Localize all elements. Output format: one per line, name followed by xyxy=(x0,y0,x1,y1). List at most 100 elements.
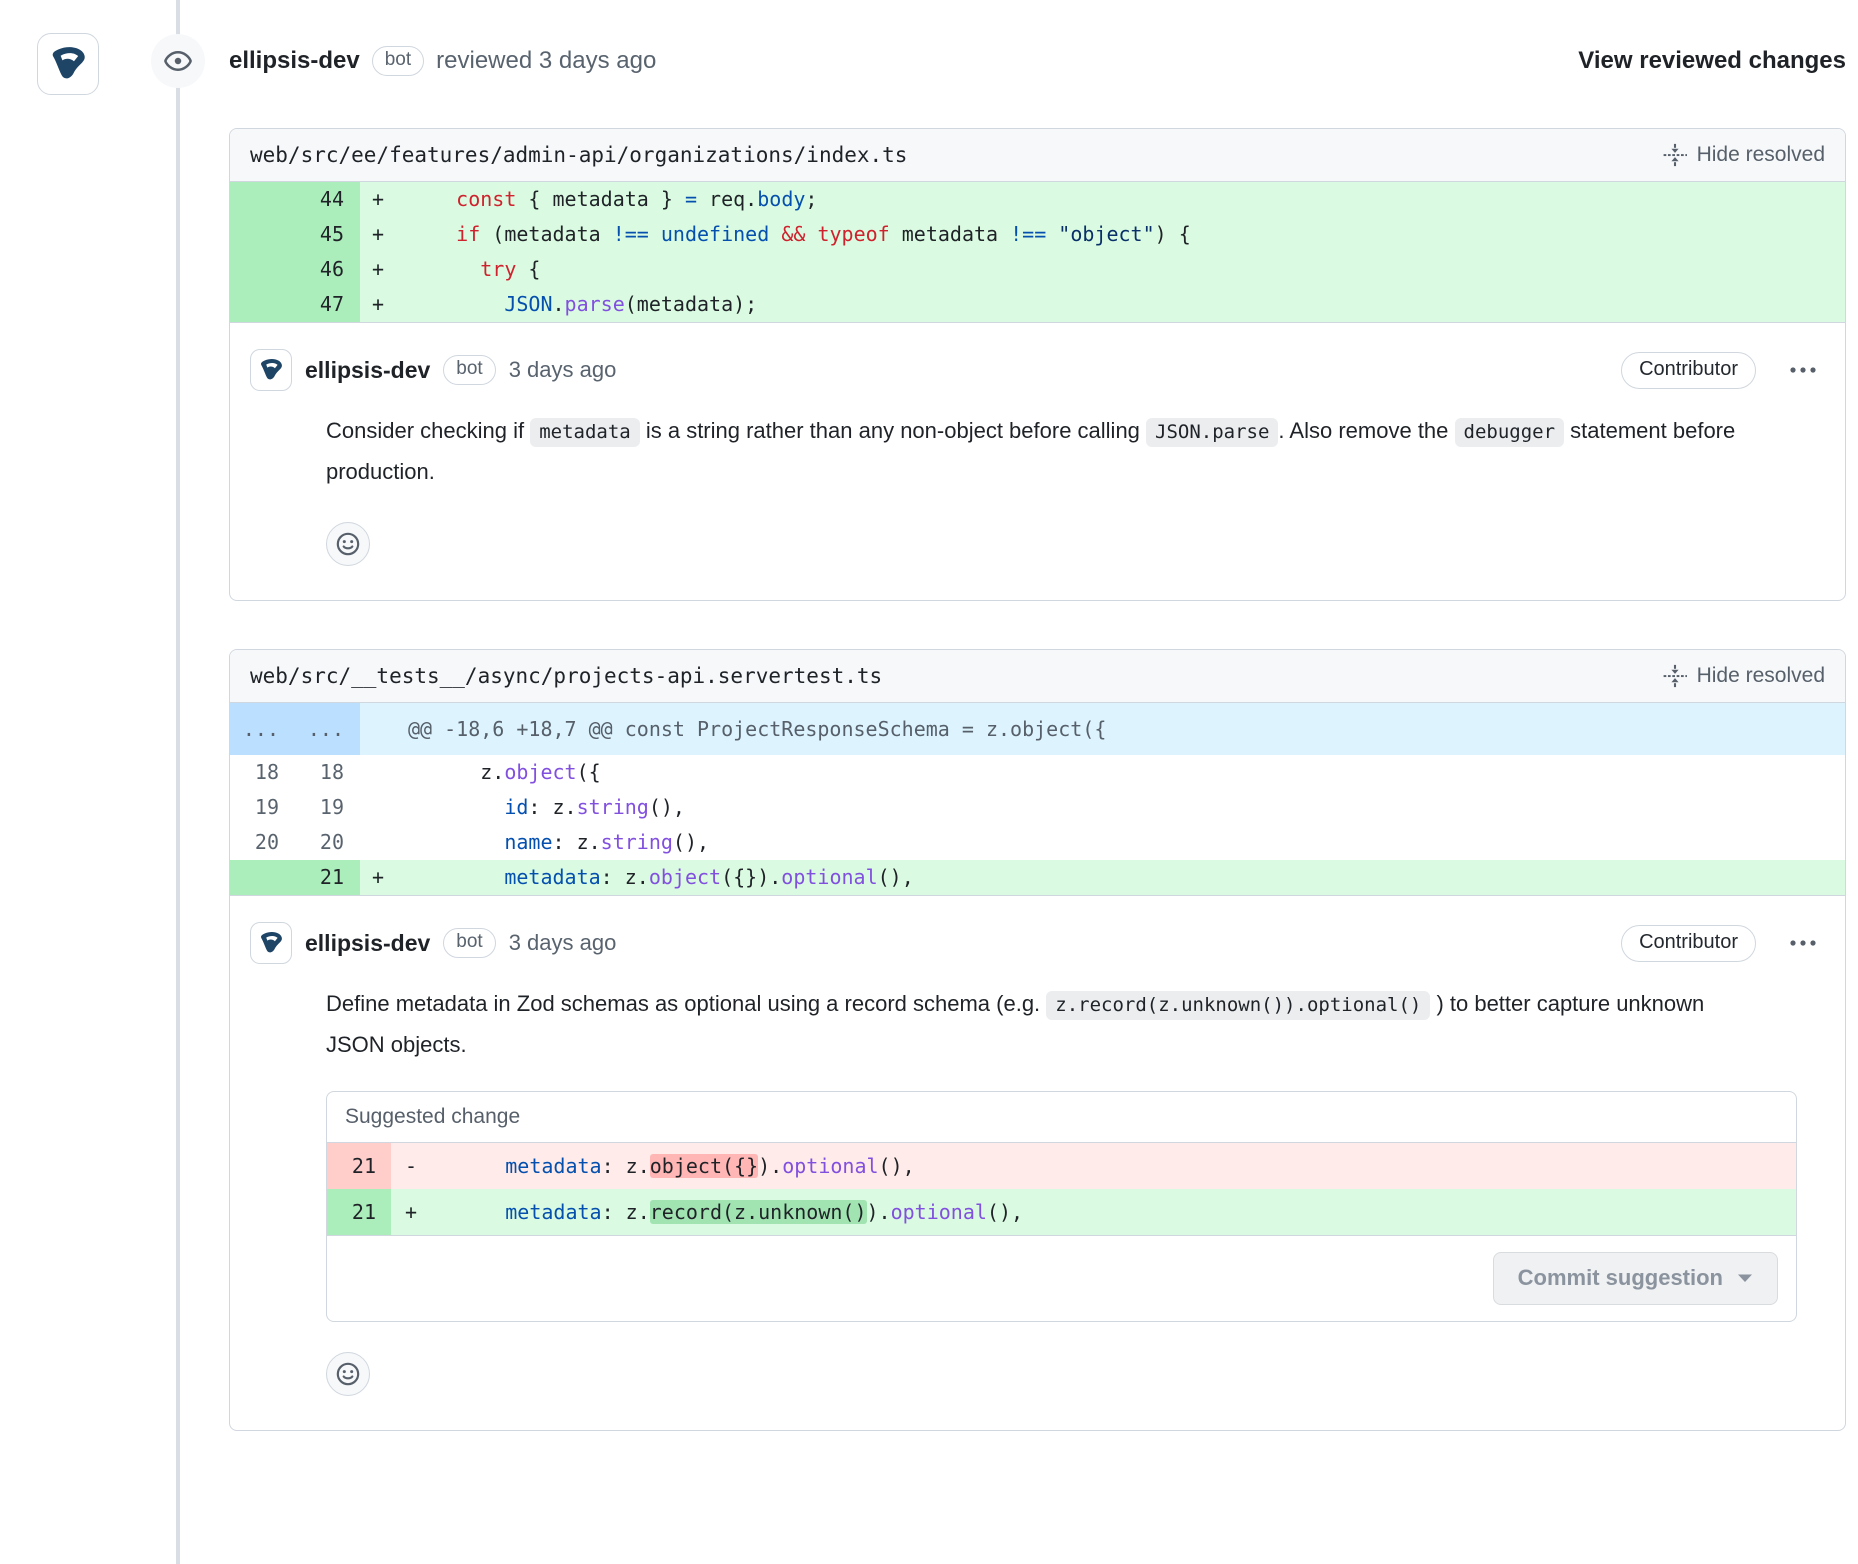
diff-line: 44 + const { metadata } = req.body; xyxy=(230,182,1845,217)
new-line-number: 45 xyxy=(295,217,360,252)
diff-sign: - xyxy=(391,1143,433,1189)
diff-sign xyxy=(360,825,396,860)
new-line-number: 18 xyxy=(295,755,360,790)
bot-badge: bot xyxy=(372,46,424,76)
new-line-number: 20 xyxy=(295,825,360,860)
timeline-line xyxy=(176,0,180,1564)
comment-author[interactable]: ellipsis-dev xyxy=(305,930,430,957)
kebab-menu-button[interactable] xyxy=(1781,357,1825,384)
reviewer-name[interactable]: ellipsis-dev xyxy=(229,47,360,75)
diff-sign: + xyxy=(360,217,396,252)
review-comment: ellipsis-dev bot 3 days ago Contributor … xyxy=(230,322,1845,600)
suggested-change-title: Suggested change xyxy=(327,1092,1796,1143)
ellipsis-logo-icon xyxy=(45,41,91,87)
fold-icon xyxy=(1663,143,1687,167)
new-line-number: 44 xyxy=(295,182,360,217)
diff-sign xyxy=(360,790,396,825)
suggestion-deletion-line: 21 - metadata: z.object({}).optional(), xyxy=(327,1143,1796,1189)
kebab-menu-button[interactable] xyxy=(1781,930,1825,957)
review-content: ellipsis-dev bot reviewed 3 days ago Vie… xyxy=(229,0,1846,1431)
hunk-old-marker: ... xyxy=(230,703,295,755)
review-comment: ellipsis-dev bot 3 days ago Contributor … xyxy=(230,895,1845,1430)
code-line: metadata: z.object({}).optional(), xyxy=(433,1143,1796,1189)
hide-resolved-label: Hide resolved xyxy=(1697,664,1825,688)
review-header: ellipsis-dev bot reviewed 3 days ago Vie… xyxy=(229,46,1846,76)
eye-icon xyxy=(151,34,205,88)
old-line-number xyxy=(230,287,295,322)
hide-resolved-button[interactable]: Hide resolved xyxy=(1663,143,1825,167)
code-line: metadata: z.record(z.unknown()).optional… xyxy=(433,1189,1796,1235)
comment-timestamp[interactable]: 3 days ago xyxy=(509,357,617,383)
dropdown-caret-icon xyxy=(1737,1273,1753,1283)
hide-resolved-button[interactable]: Hide resolved xyxy=(1663,664,1825,688)
file-header: web/src/ee/features/admin-api/organizati… xyxy=(230,129,1845,182)
comment-avatar[interactable] xyxy=(250,349,292,391)
fold-icon xyxy=(1663,664,1687,688)
code-line: if (metadata !== undefined && typeof met… xyxy=(396,217,1845,252)
diff-sign: + xyxy=(360,860,396,895)
comment-header: ellipsis-dev bot 3 days ago Contributor xyxy=(250,349,1825,391)
suggestion-footer: Commit suggestion xyxy=(327,1235,1796,1321)
commit-suggestion-label: Commit suggestion xyxy=(1518,1265,1723,1291)
review-action-text: reviewed 3 days ago xyxy=(436,47,656,75)
comment-body: Define metadata in Zod schemas as option… xyxy=(326,984,1756,1065)
code-line: metadata: z.object({}).optional(), xyxy=(396,860,1845,895)
contributor-badge: Contributor xyxy=(1621,925,1756,962)
diff-sign: + xyxy=(391,1189,433,1235)
old-line-number: 19 xyxy=(230,790,295,825)
old-line-number: 18 xyxy=(230,755,295,790)
diff-line: 18 18 z.object({ xyxy=(230,755,1845,790)
diff-sign xyxy=(360,755,396,790)
diff-sign: + xyxy=(360,252,396,287)
new-line-number: 19 xyxy=(295,790,360,825)
commit-suggestion-button[interactable]: Commit suggestion xyxy=(1493,1252,1778,1305)
reviewer-avatar[interactable] xyxy=(37,33,99,95)
suggestion-addition-line: 21 + metadata: z.record(z.unknown()).opt… xyxy=(327,1189,1796,1235)
diff-sign: + xyxy=(360,287,396,322)
line-number: 21 xyxy=(327,1189,391,1235)
suggested-change-block: Suggested change 21 - metadata: z.object… xyxy=(326,1091,1797,1322)
emoji-reaction-button[interactable] xyxy=(326,522,370,566)
code-line: z.object({ xyxy=(396,755,1845,790)
smiley-icon xyxy=(335,1361,361,1387)
file-path[interactable]: web/src/ee/features/admin-api/organizati… xyxy=(250,143,907,167)
file-header: web/src/__tests__/async/projects-api.ser… xyxy=(230,650,1845,703)
old-line-number xyxy=(230,860,295,895)
code-line: id: z.string(), xyxy=(396,790,1845,825)
new-line-number: 46 xyxy=(295,252,360,287)
bot-badge: bot xyxy=(443,928,495,958)
kebab-icon xyxy=(1789,938,1817,948)
comment-header: ellipsis-dev bot 3 days ago Contributor xyxy=(250,922,1825,964)
comment-timestamp[interactable]: 3 days ago xyxy=(509,930,617,956)
code-line: JSON.parse(metadata); xyxy=(396,287,1845,322)
line-number: 21 xyxy=(327,1143,391,1189)
old-line-number xyxy=(230,182,295,217)
comment-body: Consider checking if metadata is a strin… xyxy=(326,411,1756,492)
diff-block: ... ... @@ -18,6 +18,7 @@ const ProjectR… xyxy=(230,703,1845,895)
diff-line: 21 + metadata: z.object({}).optional(), xyxy=(230,860,1845,895)
diff-sign: + xyxy=(360,182,396,217)
diff-line: 46 + try { xyxy=(230,252,1845,287)
review-thread-card: web/src/__tests__/async/projects-api.ser… xyxy=(229,649,1846,1431)
file-path[interactable]: web/src/__tests__/async/projects-api.ser… xyxy=(250,664,882,688)
hunk-header: ... ... @@ -18,6 +18,7 @@ const ProjectR… xyxy=(230,703,1845,755)
diff-line: 47 + JSON.parse(metadata); xyxy=(230,287,1845,322)
view-reviewed-changes-link[interactable]: View reviewed changes xyxy=(1578,47,1846,75)
smiley-icon xyxy=(335,531,361,557)
ellipsis-logo-icon xyxy=(256,928,286,958)
review-thread-card: web/src/ee/features/admin-api/organizati… xyxy=(229,128,1846,601)
comment-author[interactable]: ellipsis-dev xyxy=(305,357,430,384)
diff-block: 44 + const { metadata } = req.body; 45 +… xyxy=(230,182,1845,322)
pr-review-thread: ellipsis-dev bot reviewed 3 days ago Vie… xyxy=(0,0,1858,1564)
contributor-badge: Contributor xyxy=(1621,352,1756,389)
emoji-reaction-button[interactable] xyxy=(326,1352,370,1396)
new-line-number: 47 xyxy=(295,287,360,322)
diff-line: 19 19 id: z.string(), xyxy=(230,790,1845,825)
kebab-icon xyxy=(1789,365,1817,375)
code-line: try { xyxy=(396,252,1845,287)
ellipsis-logo-icon xyxy=(256,355,286,385)
comment-avatar[interactable] xyxy=(250,922,292,964)
diff-line: 45 + if (metadata !== undefined && typeo… xyxy=(230,217,1845,252)
new-line-number: 21 xyxy=(295,860,360,895)
old-line-number xyxy=(230,252,295,287)
